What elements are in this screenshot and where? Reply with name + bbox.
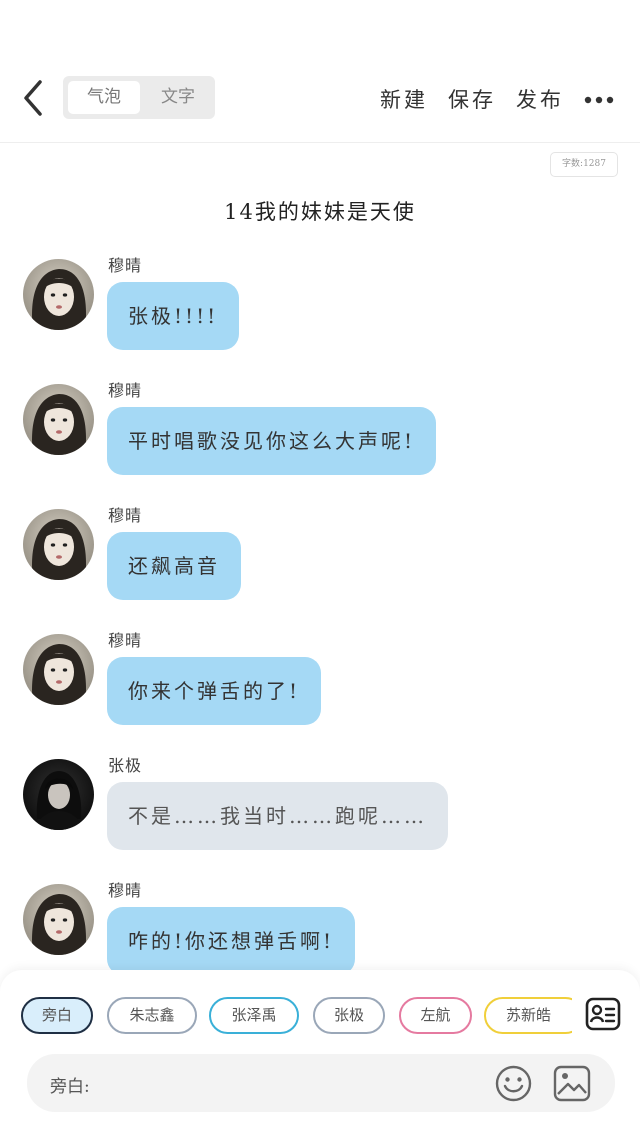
message-bubble[interactable]: 还飙高音 xyxy=(107,532,241,600)
message-input[interactable]: 旁白: xyxy=(27,1054,615,1112)
girl-avatar[interactable] xyxy=(23,884,94,955)
composer-panel: 旁白 朱志鑫 张泽禹 张极 左航 苏新皓 旁白: xyxy=(0,970,640,1138)
message-bubble[interactable]: 不是……我当时……跑呢…… xyxy=(107,782,448,850)
girl-avatar[interactable] xyxy=(23,259,94,330)
girl-avatar[interactable] xyxy=(23,634,94,705)
chapter-title[interactable]: 14我的妹妹是天使 xyxy=(0,196,640,226)
speaker-name: 穆晴 xyxy=(108,631,143,650)
mode-toggle: 气泡 文字 xyxy=(63,76,215,119)
girl-avatar[interactable] xyxy=(23,384,94,455)
emoji-icon[interactable] xyxy=(495,1065,532,1102)
new-button[interactable]: 新建 xyxy=(380,84,428,114)
character-chip[interactable]: 朱志鑫 xyxy=(107,997,197,1034)
tab-bubble[interactable]: 气泡 xyxy=(68,81,140,114)
character-selector: 旁白 朱志鑫 张泽禹 张极 左航 苏新皓 xyxy=(0,996,572,1036)
message-bubble[interactable]: 你来个弹舌的了! xyxy=(107,657,322,725)
message-bubble[interactable]: 平时唱歌没见你这么大声呢! xyxy=(107,407,437,475)
speaker-name: 穆晴 xyxy=(108,506,143,525)
more-dots-icon[interactable] xyxy=(584,96,614,104)
message-bubble[interactable]: 咋的!你还想弹舌啊! xyxy=(107,907,356,975)
character-card-icon[interactable] xyxy=(585,997,621,1031)
top-bar: 气泡 文字 新建 保存 发布 xyxy=(0,68,640,130)
character-chip[interactable]: 左航 xyxy=(399,997,472,1034)
save-button[interactable]: 保存 xyxy=(448,84,496,114)
speaker-name: 穆晴 xyxy=(108,881,143,900)
character-chip-narrator[interactable]: 旁白 xyxy=(21,997,93,1034)
word-count-badge: 字数:1287 xyxy=(550,152,618,177)
character-chip[interactable]: 苏新皓 xyxy=(484,997,572,1034)
image-icon[interactable] xyxy=(553,1065,591,1102)
girl-avatar[interactable] xyxy=(23,509,94,580)
speaker-name: 穆晴 xyxy=(108,381,143,400)
input-speaker-label: 旁白: xyxy=(50,1077,90,1097)
speaker-name: 张极 xyxy=(108,756,143,775)
back-chevron-icon[interactable] xyxy=(16,78,50,118)
tab-text[interactable]: 文字 xyxy=(143,81,213,114)
message-bubble[interactable]: 张极!!!! xyxy=(107,282,240,350)
boy-avatar[interactable] xyxy=(23,759,94,830)
speaker-name: 穆晴 xyxy=(108,256,143,275)
character-chip[interactable]: 张泽禹 xyxy=(209,997,299,1034)
character-chip[interactable]: 张极 xyxy=(313,997,385,1034)
header-divider xyxy=(0,142,640,143)
publish-button[interactable]: 发布 xyxy=(516,84,564,114)
